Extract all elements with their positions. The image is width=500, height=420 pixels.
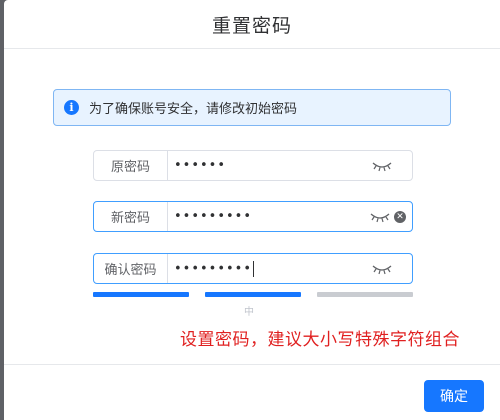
dialog-title: 重置密码 <box>211 14 292 37</box>
confirm-password-field[interactable]: 确认密码 ••••••••• <box>93 253 413 284</box>
old-password-field[interactable]: 原密码 •••••• <box>93 150 413 181</box>
confirm-password-input[interactable]: ••••••••• <box>168 260 372 277</box>
new-password-field[interactable]: 新密码 ••••••••• ✕ <box>93 201 413 232</box>
info-icon: i <box>64 100 79 115</box>
old-password-input[interactable]: •••••• <box>168 158 372 173</box>
notice-text: 为了确保账号安全，请修改初始密码 <box>89 102 298 117</box>
strength-label: 中 <box>244 307 254 318</box>
text-caret <box>253 260 255 277</box>
dialog-footer: 确定 <box>4 364 500 420</box>
password-strength-meter <box>93 292 413 298</box>
strength-bar-3 <box>317 292 413 297</box>
confirm-password-value: ••••••••• <box>174 261 253 276</box>
reset-password-dialog: 重置密码 i 为了确保账号安全，请修改初始密码 原密码 •••••• 新密码 •… <box>4 0 500 420</box>
eye-closed-icon[interactable] <box>372 160 392 172</box>
password-hint: 设置密码，建议大小写特殊字符组合 <box>180 330 460 350</box>
new-password-input[interactable]: ••••••••• <box>168 209 370 224</box>
eye-closed-icon[interactable] <box>372 263 392 275</box>
eye-closed-icon[interactable] <box>370 211 390 223</box>
security-notice: i 为了确保账号安全，请修改初始密码 <box>53 89 451 126</box>
new-password-label: 新密码 <box>94 202 168 231</box>
confirm-button[interactable]: 确定 <box>424 380 484 412</box>
old-password-label: 原密码 <box>94 151 168 180</box>
strength-bar-2 <box>205 292 301 297</box>
dialog-header: 重置密码 <box>4 0 500 49</box>
strength-bar-1 <box>93 292 189 297</box>
confirm-password-label: 确认密码 <box>94 254 168 283</box>
clear-icon[interactable]: ✕ <box>394 210 406 223</box>
